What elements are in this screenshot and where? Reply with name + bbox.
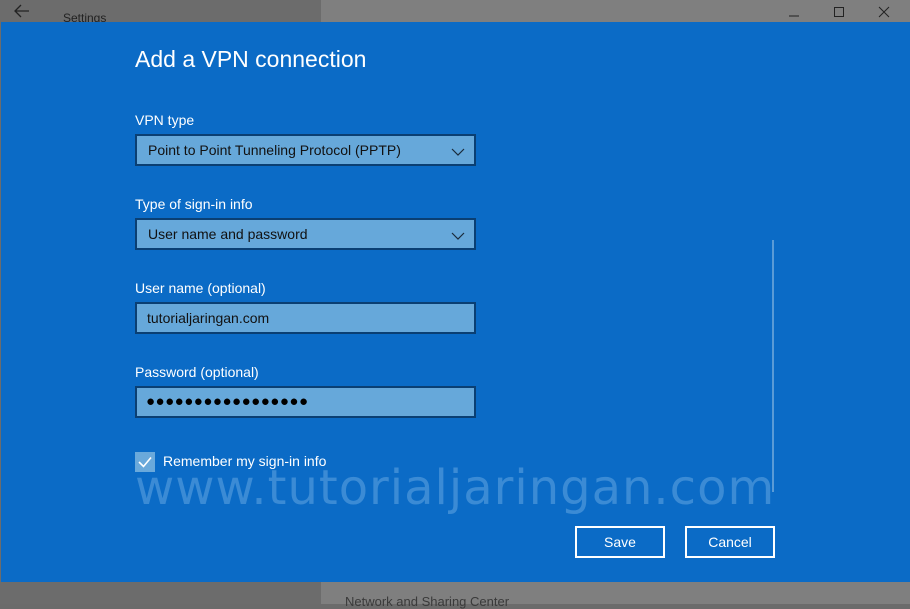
vpn-type-value: Point to Point Tunneling Protocol (PPTP): [148, 142, 401, 158]
close-button[interactable]: [866, 3, 902, 21]
chevron-down-icon: [451, 228, 465, 240]
minimize-button[interactable]: [776, 3, 812, 21]
title-bar: Settings: [0, 0, 910, 25]
back-arrow-icon[interactable]: [14, 4, 34, 20]
username-label: User name (optional): [135, 280, 266, 296]
save-button[interactable]: Save: [575, 526, 665, 558]
remember-label: Remember my sign-in info: [163, 453, 327, 469]
checkmark-icon: [138, 456, 152, 468]
signin-type-label: Type of sign-in info: [135, 196, 253, 212]
background-link: Network and Sharing Center: [345, 594, 510, 609]
vpn-dialog: Add a VPN connection VPN type Point to P…: [1, 22, 910, 582]
cancel-button[interactable]: Cancel: [685, 526, 775, 558]
vpn-type-dropdown[interactable]: Point to Point Tunneling Protocol (PPTP): [135, 134, 476, 166]
signin-type-value: User name and password: [148, 226, 308, 242]
dialog-heading: Add a VPN connection: [135, 46, 367, 72]
password-input[interactable]: ●●●●●●●●●●●●●●●●●: [135, 386, 476, 418]
username-input[interactable]: tutorialjaringan.com: [135, 302, 476, 334]
chevron-down-icon: [451, 144, 465, 156]
remember-checkbox[interactable]: [135, 452, 155, 472]
signin-type-dropdown[interactable]: User name and password: [135, 218, 476, 250]
vpn-type-label: VPN type: [135, 112, 195, 128]
password-value: ●●●●●●●●●●●●●●●●●: [146, 393, 309, 410]
username-value: tutorialjaringan.com: [147, 310, 270, 326]
maximize-button[interactable]: [821, 3, 857, 21]
password-label: Password (optional): [135, 364, 259, 380]
scrollbar[interactable]: [772, 240, 774, 492]
